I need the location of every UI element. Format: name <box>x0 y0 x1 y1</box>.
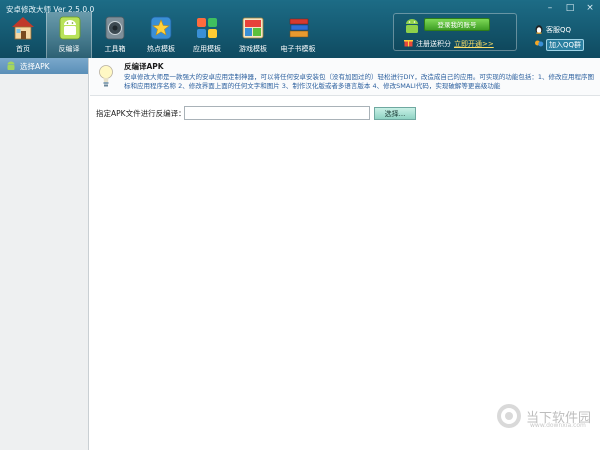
penguin-icon <box>534 24 544 36</box>
main-toolbar: 首页 反编译 工具箱 热点模板 应用模板 游戏模板 电子书模板 <box>0 12 320 58</box>
toolbar-item-label: 反编译 <box>58 45 80 53</box>
books-icon <box>289 18 309 38</box>
apk-path-input[interactable] <box>184 106 370 120</box>
android-icon <box>6 60 16 73</box>
register-row: 注册送积分 立即开通>> <box>404 38 494 49</box>
app-header: 安卓修改大师 Ver 2.5.0.0 – □ × 首页 反编译 工具箱 热点模板… <box>0 0 600 58</box>
maximize-button[interactable]: □ <box>564 3 576 13</box>
select-apk-button[interactable]: 选择... <box>374 106 416 120</box>
game-icon <box>242 17 264 39</box>
promo-panel: 登录我的账号 注册送积分 立即开通>> <box>393 13 517 51</box>
toolbar-item-hot-template[interactable]: 热点模板 <box>138 12 184 58</box>
apps-grid-icon <box>197 18 217 38</box>
minimize-button[interactable]: – <box>544 3 556 13</box>
close-button[interactable]: × <box>584 3 596 13</box>
watermark-url: www.downxia.com <box>530 422 586 429</box>
toolbar-item-label: 游戏模板 <box>239 45 267 53</box>
service-qq-link[interactable]: 客服QQ <box>534 24 584 36</box>
lightbulb-icon <box>99 65 113 87</box>
join-qq-group-label: 加入QQ群 <box>546 39 585 51</box>
page-description: 安卓修改大师是一款强大的安卓应用定制神器，可以将任何安卓安装包（没有加固过的）轻… <box>124 73 595 90</box>
apk-path-label: 指定APK文件进行反编译： <box>96 108 186 118</box>
register-text: 注册送积分 <box>416 39 451 48</box>
sidebar-item-select-apk[interactable]: 选择APK <box>0 58 88 74</box>
toolbar-item-label: 电子书模板 <box>280 45 316 53</box>
apk-select-row: 指定APK文件进行反编译： 选择... <box>96 106 416 120</box>
toolbar-item-label: 工具箱 <box>104 45 126 53</box>
qq-group-icon <box>534 39 544 51</box>
toolbar-item-label: 热点模板 <box>147 45 175 53</box>
toolbar-item-toolbox[interactable]: 工具箱 <box>92 12 138 58</box>
join-qq-group-link[interactable]: 加入QQ群 <box>534 39 585 51</box>
login-button[interactable]: 登录我的账号 <box>424 18 490 31</box>
activate-link[interactable]: 立即开通>> <box>454 39 494 49</box>
qq-area: 客服QQ 加入QQ群 <box>534 24 585 54</box>
main-content: 反编译APK 安卓修改大师是一款强大的安卓应用定制神器，可以将任何安卓安装包（没… <box>90 58 600 450</box>
info-panel: 反编译APK 安卓修改大师是一款强大的安卓应用定制神器，可以将任何安卓安装包（没… <box>90 58 600 96</box>
service-qq-label: 客服QQ <box>546 26 572 34</box>
android-mascot-icon <box>406 19 418 33</box>
sidebar-item-label: 选择APK <box>20 61 50 71</box>
toolbar-item-game-template[interactable]: 游戏模板 <box>230 12 276 58</box>
toolbar-item-decompile[interactable]: 反编译 <box>46 12 92 58</box>
toolbar-item-label: 首页 <box>16 45 30 53</box>
watermark: 当下软件园 www.downxia.com <box>496 403 591 429</box>
toolbar-item-app-template[interactable]: 应用模板 <box>184 12 230 58</box>
toolbar-item-ebook-template[interactable]: 电子书模板 <box>276 12 320 58</box>
watermark-logo-icon <box>497 404 521 428</box>
star-icon <box>150 16 172 40</box>
android-icon <box>59 16 81 40</box>
home-icon <box>12 17 34 40</box>
window-controls: – □ × <box>544 3 596 13</box>
toolbar-item-home[interactable]: 首页 <box>0 12 46 58</box>
page-title: 反编译APK <box>124 62 164 71</box>
sidebar: 选择APK <box>0 58 89 450</box>
toolbar-item-label: 应用模板 <box>193 45 221 53</box>
speaker-icon <box>105 16 125 40</box>
gift-icon <box>404 38 413 49</box>
